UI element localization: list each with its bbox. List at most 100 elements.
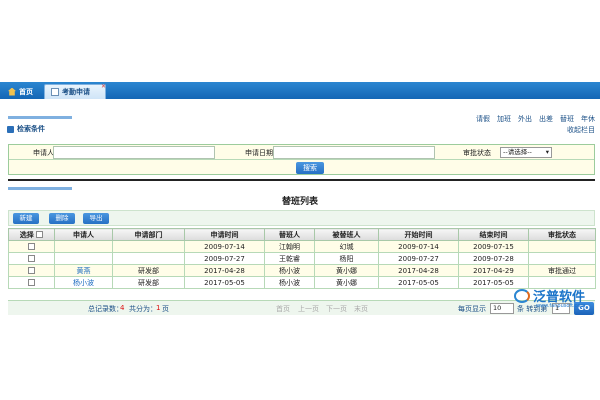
row-select-cell (8, 252, 55, 265)
column-header[interactable]: 开始时间 (378, 228, 459, 241)
last-page-link[interactable]: 末页 (354, 304, 368, 314)
select-all-checkbox[interactable] (36, 231, 44, 238)
new-button[interactable]: 新建 (13, 213, 39, 224)
substitute-cell: 杨小波 (264, 264, 315, 277)
apply-time-cell: 2017-05-05 (184, 276, 265, 289)
total-records-value: 4 (120, 304, 125, 312)
section-ribbon-2 (8, 187, 72, 190)
department-cell (112, 240, 185, 253)
row-select-cell (8, 264, 55, 277)
status-label: 审批状态 (463, 149, 491, 157)
column-header-select: 选择 (8, 228, 55, 241)
section-ribbon (8, 116, 72, 119)
filter-row: 申请人 申请日期 审批状态 --请选择-- ▾ (9, 145, 594, 160)
substitute-table: 选择 申请人 申请部门 申请时间 替班人 被替班人 开始时间 结束时间 审批状态… (8, 228, 596, 289)
replaced-cell: 杨阳 (314, 252, 379, 265)
per-page-label: 每页显示 (458, 305, 486, 313)
status-cell: 审批通过 (528, 264, 596, 277)
applicant-cell (54, 252, 113, 265)
start-time-cell: 2009-07-27 (378, 252, 459, 265)
substitute-cell: 江翰明 (264, 240, 315, 253)
column-header[interactable]: 替班人 (264, 228, 315, 241)
per-page-value: 10 (493, 304, 502, 312)
tab-attendance-label: 考勤申请 (62, 88, 90, 96)
section-divider (8, 179, 595, 181)
status-cell (528, 240, 596, 253)
department-cell: 研发部 (112, 264, 185, 277)
total-records-label: 总记录数： (88, 305, 123, 313)
table-row[interactable]: 黄燕 研发部 2017-04-28 杨小波 黄小娜 2017-04-28 201… (8, 264, 596, 277)
home-icon (8, 87, 16, 96)
row-checkbox[interactable] (28, 267, 35, 274)
table-row[interactable]: 2009-07-27 王乾睿 杨阳 2009-07-27 2009-07-28 (8, 252, 596, 265)
link-business-trip[interactable]: 出差 (539, 114, 553, 124)
delete-button[interactable]: 删除 (49, 213, 75, 224)
pager: 总记录数： 4 共分为： 1 页 首页 上一页 下一页 末页 每页显示 10 条… (8, 300, 595, 315)
tab-home-label: 首页 (19, 87, 33, 96)
tab-attendance-request[interactable]: 考勤申请 (44, 84, 106, 99)
document-icon (51, 88, 59, 96)
select-header-label: 选择 (19, 230, 34, 239)
apply-time-cell: 2017-04-28 (184, 264, 265, 277)
type-links: 请假 加班 外出 出差 替班 年休 (476, 114, 595, 124)
square-bullet-icon (7, 125, 14, 133)
column-header[interactable]: 被替班人 (314, 228, 379, 241)
search-button[interactable]: 搜索 (296, 162, 324, 174)
chevron-down-icon: ▾ (545, 148, 549, 156)
row-checkbox[interactable] (28, 255, 35, 262)
search-title-label: 检索条件 (17, 125, 45, 133)
link-leave[interactable]: 请假 (476, 114, 490, 124)
prev-page-link[interactable]: 上一页 (298, 304, 319, 314)
end-time-cell: 2017-04-29 (458, 264, 529, 277)
row-select-cell (8, 276, 55, 289)
end-time-cell: 2009-07-15 (458, 240, 529, 253)
collapse-link[interactable]: 收起栏目 (567, 125, 595, 135)
date-input[interactable] (273, 146, 435, 159)
status-cell (528, 252, 596, 265)
applicant-link[interactable]: 杨小波 (54, 276, 113, 289)
export-button[interactable]: 导出 (83, 213, 109, 224)
substitute-cell: 杨小波 (264, 276, 315, 289)
department-cell (112, 252, 185, 265)
page-count-label: 共分为： (129, 305, 157, 313)
column-header[interactable]: 申请时间 (184, 228, 265, 241)
next-page-link[interactable]: 下一页 (326, 304, 347, 314)
start-time-cell: 2009-07-14 (378, 240, 459, 253)
search-section-title: 检索条件 (7, 124, 45, 134)
page-count-unit: 页 (162, 305, 169, 313)
link-outing[interactable]: 外出 (518, 114, 532, 124)
row-checkbox[interactable] (28, 243, 35, 250)
link-substitute[interactable]: 替班 (560, 114, 574, 124)
applicant-cell (54, 240, 113, 253)
replaced-cell: 黄小娜 (314, 264, 379, 277)
column-header[interactable]: 申请人 (54, 228, 113, 241)
start-time-cell: 2017-05-05 (378, 276, 459, 289)
row-checkbox[interactable] (28, 279, 35, 286)
start-time-cell: 2017-04-28 (378, 264, 459, 277)
replaced-cell: 幻城 (314, 240, 379, 253)
column-header[interactable]: 结束时间 (458, 228, 529, 241)
table-row[interactable]: 2009-07-14 江翰明 幻城 2009-07-14 2009-07-15 (8, 240, 596, 253)
link-annual-leave[interactable]: 年休 (581, 114, 595, 124)
apply-time-cell: 2009-07-14 (184, 240, 265, 253)
status-select-value: --请选择-- (503, 148, 532, 156)
table-row[interactable]: 杨小波 研发部 2017-05-05 杨小波 黄小娜 2017-05-05 20… (8, 276, 596, 289)
apply-time-cell: 2009-07-27 (184, 252, 265, 265)
date-label: 申请日期 (245, 149, 273, 157)
list-title: 替班列表 (281, 197, 318, 207)
watermark-url: www.fanpusoft.com (536, 303, 586, 309)
first-page-link[interactable]: 首页 (276, 304, 290, 314)
tab-home[interactable]: 首页 (2, 84, 42, 99)
row-select-cell (8, 240, 55, 253)
applicant-input[interactable] (53, 146, 215, 159)
column-header[interactable]: 申请部门 (112, 228, 185, 241)
column-header[interactable]: 审批状态 (528, 228, 596, 241)
replaced-cell: 黄小娜 (314, 276, 379, 289)
table-header-row: 选择 申请人 申请部门 申请时间 替班人 被替班人 开始时间 结束时间 审批状态 (8, 228, 596, 241)
applicant-link[interactable]: 黄燕 (54, 264, 113, 277)
link-overtime[interactable]: 加班 (497, 114, 511, 124)
per-page-input[interactable]: 10 (490, 303, 514, 314)
close-icon[interactable]: ✕ (101, 83, 106, 90)
status-select[interactable]: --请选择-- ▾ (500, 147, 552, 158)
page-count-value: 1 (156, 304, 161, 312)
